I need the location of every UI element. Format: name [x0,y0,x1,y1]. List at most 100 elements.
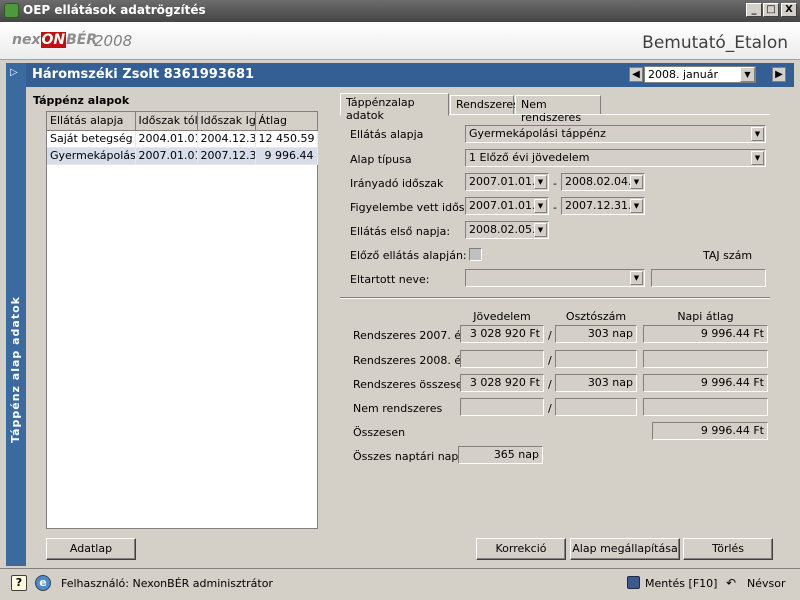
person-bar: Háromszéki Zsolt 8361993681 ◀ 2008. janu… [26,63,794,87]
calc-row-label: Rendszeres összesen [353,378,470,391]
jovedelem-field: 3 028 920 Ft [460,374,544,392]
iranyado-from-value: 2007.01.01. [469,175,536,188]
osztoszam-field [555,350,637,368]
jovedelem-field [460,398,544,416]
table-header-row: Ellátás alapja Időszak tól Időszak Ig Át… [47,112,318,131]
close-button[interactable]: X [781,3,797,17]
expand-triangle-icon[interactable]: ▷ [10,67,18,78]
tappenz-alapok-list[interactable]: Ellátás alapja Időszak tól Időszak Ig Át… [46,111,318,529]
ellatas-alapja-select[interactable]: Gyermekápolási táppénz ▼ [465,125,766,143]
iranyado-to-date[interactable]: 2008.02.04. ▼ [561,173,645,191]
jovedelem-column-header: Jövedelem [473,310,531,323]
osztoszam-field: 303 nap [555,325,637,343]
chevron-down-icon[interactable]: ▼ [534,199,547,213]
undo-arrow-icon[interactable]: ↶ [726,576,736,590]
adatlap-button[interactable]: Adatlap [46,538,136,560]
period-value: 2008. január [648,68,718,81]
chevron-down-icon[interactable]: ▼ [630,175,643,189]
window-titlebar: OEP ellátások adatrögzítés _ □ X [0,0,800,22]
previous-period-arrow-icon[interactable]: ◀ [629,67,643,82]
chevron-down-icon[interactable]: ▼ [751,151,764,165]
ellatas-alapja-label: Ellátás alapja [350,128,424,141]
torles-button[interactable]: Törlés [683,538,773,560]
alap-megallapitasa-button[interactable]: Alap megállapítása [570,538,680,560]
range-dash: - [553,201,557,214]
user-label: Felhasználó: NexonBÉR adminisztrátor [61,577,273,590]
cell-atlag: 9 996.44 [255,147,318,165]
osztoszam-field [555,398,637,416]
osztoszam-field: 303 nap [555,374,637,392]
napi-atlag-field [643,350,768,368]
elso-nap-value: 2008.02.05. [469,223,536,236]
sidebar-label: Táppénz alap adatok [9,296,22,443]
chevron-down-icon[interactable]: ▼ [630,271,643,285]
left-section-title: Táppénz alapok [33,94,130,107]
column-header[interactable]: Ellátás alapja [47,112,136,131]
napi-atlag-column-header: Napi átlag [677,310,734,323]
cell-ig: 2004.12.31 [197,130,256,148]
column-header[interactable]: Átlag [255,112,318,131]
calc-row-label: Rendszeres 2007. év [353,329,468,342]
save-icon[interactable] [627,576,640,589]
maximize-button[interactable]: □ [763,3,779,17]
globe-icon[interactable]: e [35,575,51,591]
eltartott-select[interactable]: ▼ [465,269,645,287]
company-name: Bemutató_Etalon [642,33,788,53]
taj-input[interactable] [651,269,766,287]
table-row-selected[interactable]: Gyermekápolási tá 2007.01.01. 2007.12.31… [47,147,318,165]
iranyado-to-value: 2008.02.04. [565,175,632,188]
ellatas-alapja-value: Gyermekápolási táppénz [469,127,606,140]
slash: / [548,402,552,415]
elozo-ellatas-label: Előző ellátás alapján: [350,249,467,262]
iranyado-label: Irányadó időszak [350,177,444,190]
calc-row-label: Nem rendszeres [353,402,443,415]
collapsed-sidebar[interactable]: ▷ Táppénz alap adatok [6,63,26,566]
slash: / [548,329,552,342]
nevsor-button[interactable]: Névsor [747,577,786,590]
column-header[interactable]: Időszak tól [135,112,198,131]
elozo-ellatas-checkbox[interactable] [469,248,482,261]
tab-rendszeres[interactable]: Rendszeres [450,95,519,115]
figyelembe-label: Figyelembe vett időszak [350,201,484,214]
alapok-table: Ellátás alapja Időszak tól Időszak Ig Át… [47,112,318,165]
iranyado-from-date[interactable]: 2007.01.01. ▼ [465,173,549,191]
cell-atlag: 12 450.59 [255,130,318,148]
table-row[interactable]: Saját betegség 2004.01.01. 2004.12.31 12… [47,130,318,148]
figyelembe-to-date[interactable]: 2007.12.31. ▼ [561,197,645,215]
app-icon [4,3,19,18]
tab-nem-rendszeres[interactable]: Nem rendszeres [515,95,601,124]
slash: / [548,354,552,367]
alap-tipusa-label: Alap típusa [350,153,412,166]
naptari-nap-field: 365 nap [458,446,543,464]
osztoszam-column-header: Osztószám [565,310,627,323]
figyelembe-to-value: 2007.12.31. [565,199,632,212]
app-header: nexONBÉR 2008 Bemutató_Etalon [0,22,800,60]
osszesen-label: Összesen [353,426,406,439]
figyelembe-from-date[interactable]: 2007.01.01. ▼ [465,197,549,215]
jovedelem-field [460,350,544,368]
korrekcio-button[interactable]: Korrekció [476,538,566,560]
status-bar: ? e Felhasználó: NexonBÉR adminisztrátor… [0,568,800,600]
taj-label: TAJ szám [703,249,753,262]
window-title: OEP ellátások adatrögzítés [23,3,206,17]
napi-atlag-field: 9 996.44 Ft [643,374,768,392]
minimize-button[interactable]: _ [746,3,762,17]
elso-nap-label: Ellátás első napja: [350,225,451,238]
chevron-down-icon[interactable]: ▼ [630,199,643,213]
next-period-arrow-icon[interactable]: ▶ [772,67,786,82]
elso-nap-date[interactable]: 2008.02.05. ▼ [465,221,549,239]
slash: / [548,378,552,391]
cell-alapja: Gyermekápolási tá [47,147,136,165]
save-button[interactable]: Mentés [F10] [645,577,717,590]
chevron-down-icon[interactable]: ▼ [740,67,755,82]
help-icon[interactable]: ? [11,575,27,591]
chevron-down-icon[interactable]: ▼ [534,175,547,189]
period-select[interactable]: 2008. január ▼ [644,66,756,83]
alap-tipusa-select[interactable]: 1 Előző évi jövedelem ▼ [465,149,766,167]
tab-tappenzalap-adatok[interactable]: Táppénzalap adatok [340,93,449,122]
range-dash: - [553,177,557,190]
eltartott-label: Eltartott neve: [350,273,430,286]
column-header[interactable]: Időszak Ig [197,112,256,131]
chevron-down-icon[interactable]: ▼ [534,223,547,237]
chevron-down-icon[interactable]: ▼ [751,127,764,141]
